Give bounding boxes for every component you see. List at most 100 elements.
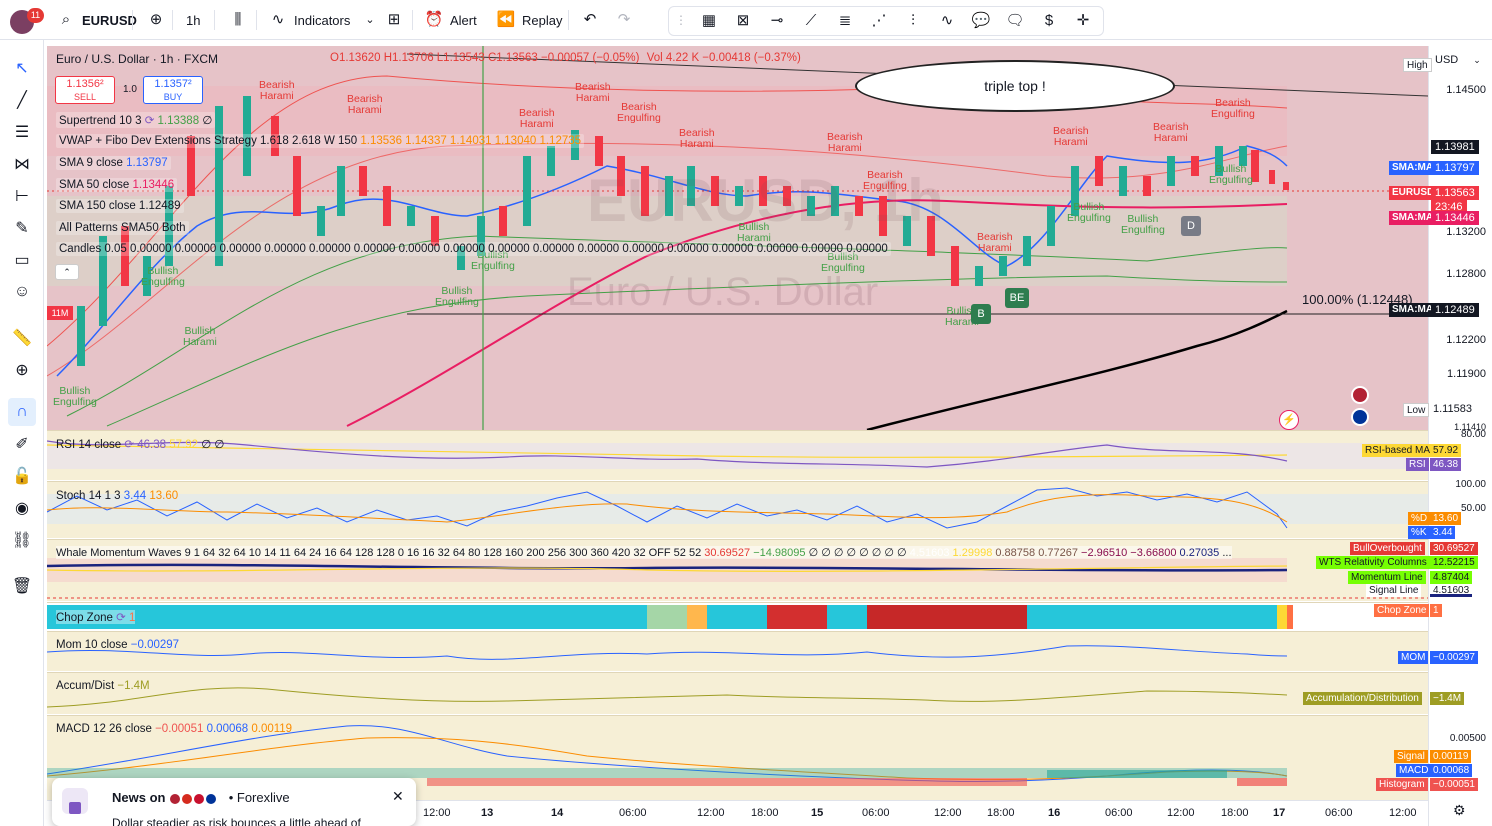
- rsi-pane[interactable]: RSI 14 close ⟳ 46.38 57.92 ∅ ∅: [47, 430, 1428, 480]
- comment-icon[interactable]: 💬: [971, 11, 991, 31]
- trend-line-icon[interactable]: ⟋: [801, 11, 821, 31]
- time-tick: 12:00: [423, 807, 451, 819]
- candles-legend[interactable]: Candles 0.05 0.00000 0.00000 0.00000 0.0…: [56, 242, 891, 256]
- fib-tool[interactable]: ☰: [8, 118, 36, 146]
- wave-icon[interactable]: ∿: [937, 11, 957, 31]
- visibility-tool[interactable]: ◉: [8, 494, 36, 522]
- lock-tool[interactable]: 🔓: [8, 462, 36, 490]
- us-flag-icon[interactable]: [1351, 386, 1369, 404]
- accum-pane[interactable]: Accum/Dist −1.4M: [47, 672, 1428, 714]
- mom-pane[interactable]: Mom 10 close −0.00297: [47, 631, 1428, 671]
- sell-button[interactable]: 1.1356² SELL: [55, 76, 115, 104]
- time-tick: 12:00: [1167, 807, 1195, 819]
- alert-button[interactable]: ⏰ Alert: [418, 8, 483, 32]
- indicators-button[interactable]: ∿ Indicators: [262, 8, 356, 32]
- pitchfork-icon[interactable]: ⊠: [733, 11, 753, 31]
- collapse-legend-button[interactable]: ⌃: [55, 264, 79, 280]
- pattern-badge[interactable]: D: [1181, 216, 1201, 236]
- stoch-legend[interactable]: Stoch 14 1 3 3.44 13.60: [56, 490, 178, 502]
- undo-button[interactable]: ↶: [574, 8, 606, 32]
- news-source: • Forexlive: [228, 790, 290, 805]
- symbol-search[interactable]: ⌕ EURUSD: [50, 8, 143, 32]
- text-tool[interactable]: ▭: [8, 246, 36, 274]
- callout-icon[interactable]: 🗨: [1005, 11, 1025, 31]
- trash-icon: 🗑: [11, 578, 33, 595]
- interval-label: 1h: [186, 12, 201, 28]
- triple-top-callout[interactable]: triple top !: [855, 60, 1175, 112]
- settings-gear[interactable]: ⚙: [1453, 802, 1466, 819]
- horizontal-ray-icon[interactable]: ⊸: [767, 11, 787, 31]
- whale-tag-value: 4.51603: [1430, 584, 1473, 597]
- replay-button[interactable]: ⏪ Replay: [490, 8, 568, 32]
- pattern-badge[interactable]: B: [971, 304, 991, 324]
- price-chart[interactable]: EURUSD, 1h Euro / U.S. Dollar Bearish Har…: [47, 46, 1428, 430]
- mom-tag-text: −0.00297: [1433, 652, 1475, 663]
- price-note-icon[interactable]: $: [1039, 11, 1059, 31]
- emoji-tool[interactable]: ☺: [8, 278, 36, 306]
- whale-pane[interactable]: Whale Momentum Waves 9 1 64 32 64 10 14 …: [47, 539, 1428, 601]
- pattern-label: Bearish Harami: [347, 93, 383, 116]
- chop-pane[interactable]: Chop Zone ⟳ 1: [47, 602, 1428, 630]
- gann-fan-icon[interactable]: ⋰: [869, 11, 889, 31]
- cursor-tool[interactable]: ↖: [8, 54, 36, 82]
- stoch-pane[interactable]: Stoch 14 1 3 3.44 13.60: [47, 481, 1428, 538]
- stoch-k-scale-text: 3.44: [1433, 527, 1453, 538]
- supertrend-legend[interactable]: Supertrend 10 3 ⟳ 1.13388 ∅: [56, 112, 216, 128]
- stay-drawing-tool[interactable]: ✐: [8, 430, 36, 458]
- sma150-legend[interactable]: SMA 150 close 1.12489: [56, 199, 184, 213]
- time-tick: 12:00: [1389, 807, 1417, 819]
- pair-header[interactable]: Euro / U.S. Dollar · 1h · FXCM: [56, 52, 218, 66]
- sma9-legend[interactable]: SMA 9 close 1.13797: [56, 156, 171, 170]
- whale-legend[interactable]: Whale Momentum Waves 9 1 64 32 64 10 14 …: [56, 546, 1232, 559]
- templates-button[interactable]: ⊞: [378, 8, 410, 32]
- crosshair-icon[interactable]: ✛: [1073, 11, 1093, 31]
- measure-tool[interactable]: ⊢: [8, 182, 36, 210]
- interval-button[interactable]: 1h: [180, 8, 206, 32]
- delete-tool[interactable]: 🗑: [8, 572, 36, 600]
- price-scale[interactable]: USD ⌄ 1.14500 1.13200 1.12800 1.12200 1.…: [1389, 46, 1492, 826]
- vwap-values: 1.13536 1.14337 1.14031 1.13040 1.12735: [360, 135, 582, 147]
- price-tick: 1.14500: [1446, 84, 1486, 96]
- time-tick: 13: [481, 807, 494, 819]
- accum-legend[interactable]: Accum/Dist −1.4M: [56, 680, 150, 692]
- magnet-tool[interactable]: ∩: [8, 398, 36, 426]
- mom-legend[interactable]: Mom 10 close −0.00297: [56, 639, 179, 651]
- chart-type-button[interactable]: ⫼: [222, 8, 254, 32]
- currency-selector[interactable]: USD ⌄: [1435, 54, 1481, 66]
- pattern-tool[interactable]: ⋈: [8, 150, 36, 178]
- time-tick: 16: [1048, 807, 1061, 819]
- whale-value: −14.98095: [753, 547, 806, 559]
- news-close-button[interactable]: ✕: [392, 788, 404, 805]
- eu-flag-icon[interactable]: [1351, 408, 1369, 426]
- news-headline[interactable]: Dollar steadier as risk bounces a little…: [112, 816, 412, 826]
- fib-retracement-icon[interactable]: ≣: [835, 11, 855, 31]
- ruler-tool[interactable]: 📏: [8, 324, 36, 352]
- macd-tag-label: MACD: [1399, 765, 1429, 776]
- zoom-tool[interactable]: ⊕: [8, 356, 36, 384]
- patterns-legend[interactable]: All Patterns SMA50 Both: [56, 221, 189, 235]
- brush-tool[interactable]: ✎: [8, 214, 36, 242]
- symbol-label: EURUSD: [82, 12, 137, 28]
- rsi-legend[interactable]: RSI 14 close ⟳ 46.38 57.92 ∅ ∅: [56, 437, 224, 451]
- time-tick: 18:00: [987, 807, 1015, 819]
- pattern-badge[interactable]: BE: [1005, 288, 1029, 308]
- redo-button[interactable]: ↷: [608, 8, 640, 32]
- stoch-d-scale-text: 13.60: [1433, 513, 1459, 524]
- macd-legend[interactable]: MACD 12 26 close −0.00051 0.00068 0.0011…: [56, 723, 292, 735]
- accum-plot: [47, 687, 1288, 708]
- trend-line-tool[interactable]: ╱: [8, 86, 36, 114]
- compare-button[interactable]: ⊕: [140, 8, 172, 32]
- news-card[interactable]: News on • Forexlive Dollar steadier as r…: [52, 778, 416, 826]
- grid-icon[interactable]: ▦: [699, 11, 719, 31]
- buy-button[interactable]: 1.1357² BUY: [143, 76, 203, 104]
- whale-name: Whale Momentum Waves 9 1 64 32 64 10 14 …: [56, 547, 702, 559]
- lightning-icon[interactable]: ⚡: [1279, 410, 1299, 430]
- bars-pattern-icon[interactable]: ⫶: [903, 11, 923, 31]
- link-tool[interactable]: ⛓: [8, 526, 36, 554]
- chop-legend[interactable]: Chop Zone ⟳ 1: [56, 610, 136, 624]
- vwap-legend[interactable]: VWAP + Fibo Dev Extensions Strategy 1.61…: [56, 134, 585, 148]
- whale-more: ...: [1222, 547, 1232, 559]
- sma50-legend[interactable]: SMA 50 close 1.13446: [56, 178, 178, 192]
- pencil-lock-icon: ✐: [15, 436, 29, 453]
- drag-handle-icon[interactable]: ⋮: [675, 13, 687, 27]
